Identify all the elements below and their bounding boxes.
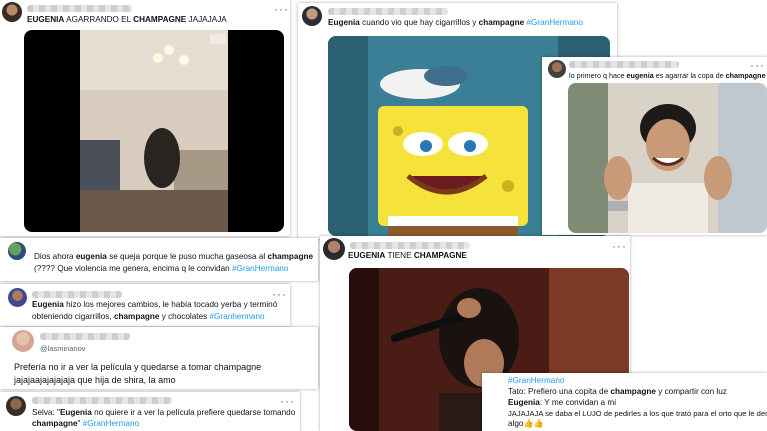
text-fragment: algo xyxy=(508,419,524,428)
hashtag-line: #GranHermano xyxy=(508,375,564,386)
woman-celebrating-image xyxy=(568,83,767,233)
text-fragment: cuando vio que hay cigarrillos y xyxy=(359,18,479,27)
avatar[interactable] xyxy=(8,288,27,307)
author-mention: eugenia xyxy=(626,71,654,80)
tweet-text: Eugenia cuando vio que hay cigarrillos y… xyxy=(328,17,583,28)
keyword: CHAMPAGNE xyxy=(413,251,467,260)
tweet-image-celebration[interactable] xyxy=(568,83,767,233)
text-fragment: y compartir con luz xyxy=(655,387,727,396)
tweet-card-7[interactable]: ··· Selva: "Eugenia no quiere ir a ver l… xyxy=(0,392,300,431)
avatar[interactable] xyxy=(12,330,34,352)
author-name-blurred xyxy=(40,333,130,340)
keyword: champagne xyxy=(725,71,766,80)
video-frame-image xyxy=(80,30,228,232)
author-name-blurred xyxy=(350,242,470,249)
avatar[interactable] xyxy=(8,242,26,260)
text-fragment: obteniendo cigarrillos, xyxy=(32,312,114,321)
tweet-text-line-2: obteniendo cigarrillos, champagne y choc… xyxy=(32,311,265,322)
tweet-text: EUGENIA AGARRANDO EL CHAMPAGNE JAJAJAJA xyxy=(27,14,227,25)
tweet-video[interactable] xyxy=(24,30,284,232)
author-mention: Eugenia xyxy=(508,398,540,407)
avatar[interactable] xyxy=(323,238,345,260)
text-fragment: lo primero q hace xyxy=(569,71,627,80)
text-fragment: : Y me convidan a mi xyxy=(539,398,617,407)
hashtag-link[interactable]: #Granhermano xyxy=(210,312,265,321)
tweet-card-5[interactable]: ··· Eugenia hizo los mejores cambios, le… xyxy=(0,284,290,326)
tweet-text-line-3: Eugenia: Y me convidan a mi xyxy=(508,397,616,408)
more-options-icon[interactable]: ··· xyxy=(280,394,295,408)
tweet-text-line-1: Dios ahora eugenia se queja porque le pu… xyxy=(34,251,313,262)
text-fragment: AGARRANDO EL xyxy=(64,15,134,24)
text-fragment: se queja porque le puso mucha gaseosa al xyxy=(106,252,268,261)
avatar[interactable] xyxy=(6,396,26,416)
tweet-text-line-2: Tato: Prefiero una copita de champagne y… xyxy=(508,386,727,397)
avatar[interactable] xyxy=(302,6,322,26)
tweet-text-line-1: Selva: "Eugenia no quiere ir a ver la pe… xyxy=(32,407,295,418)
more-options-icon[interactable]: ··· xyxy=(612,239,627,253)
keyword: champagne xyxy=(267,252,314,261)
hashtag-link[interactable]: #GranHermano xyxy=(232,264,288,273)
text-fragment: hizo los mejores cambios, le había tocad… xyxy=(63,300,278,309)
keyword: champagne xyxy=(32,419,78,428)
hashtag-link[interactable]: #GranHermano xyxy=(508,376,564,385)
tweet-text: EUGENIA TIENE CHAMPAGNE xyxy=(348,250,467,261)
author-name-blurred xyxy=(32,397,172,404)
text-fragment: y chocolates xyxy=(159,312,210,321)
author-mention: EUGENIA xyxy=(348,251,386,260)
tweet-card-9[interactable]: #GranHermano Tato: Prefiero una copita d… xyxy=(482,373,767,431)
text-fragment: no quiere ir a ver la película prefiere … xyxy=(91,408,296,417)
keyword: champagne xyxy=(478,18,525,27)
tweet-text-line-2: (???? Que violencia me genera, encima q … xyxy=(34,263,288,274)
author-mention: eugenia xyxy=(75,252,107,261)
tweet-text-line-2: jajajaajajajajaja que hija de shira, la … xyxy=(14,375,176,385)
keyword: CHAMPAGNE xyxy=(133,15,187,24)
tweet-text-line-1: Eugenia hizo los mejores cambios, le hab… xyxy=(32,299,277,310)
tweet-text-line-1: Prefería no ir a ver la película y queda… xyxy=(14,362,262,372)
tweet-card-4[interactable]: Dios ahora eugenia se queja porque le pu… xyxy=(0,238,318,281)
user-handle: @lasminanov xyxy=(40,344,86,353)
tweet-text: lo primero q hace eugenia es agarrar la … xyxy=(569,70,766,81)
author-mention: Eugenia xyxy=(59,408,92,417)
tweet-text-line-5: algo👍👍 xyxy=(508,418,544,429)
keyword: champagne xyxy=(113,312,160,321)
author-mention: Eugenia xyxy=(32,300,64,309)
text-fragment: (???? Que violencia me genera, encima q … xyxy=(34,264,232,273)
avatar[interactable] xyxy=(2,2,22,22)
text-fragment: Tato: Prefiero una copita de xyxy=(508,387,611,396)
author-name-blurred xyxy=(32,291,122,298)
text-fragment: TIENE xyxy=(385,251,414,260)
tweet-card-1[interactable]: ··· EUGENIA AGARRANDO EL CHAMPAGNE JAJAJ… xyxy=(0,0,290,236)
keyword: champagne xyxy=(610,387,656,396)
author-name-blurred xyxy=(328,8,448,15)
author-mention: Eugenia xyxy=(328,18,360,27)
tweet-text-line-4: JAJAJAJA se daba el LUJO de pedirles a l… xyxy=(508,409,767,418)
author-name-blurred xyxy=(569,61,679,68)
text-fragment: Dios ahora xyxy=(34,252,76,261)
tweet-card-6[interactable]: @lasminanov Prefería no ir a ver la pelí… xyxy=(0,327,318,389)
avatar[interactable] xyxy=(548,60,566,78)
tweet-card-3[interactable]: ··· lo primero q hace eugenia es agarrar… xyxy=(542,57,767,235)
text-fragment: Selva: " xyxy=(32,408,60,417)
thumbs-up-emoji: 👍👍 xyxy=(523,419,544,428)
author-name-blurred xyxy=(27,5,132,12)
author-mention: EUGENIA xyxy=(27,15,65,24)
hashtag-link[interactable]: #GranHermano xyxy=(526,18,582,27)
more-options-icon[interactable]: ··· xyxy=(274,2,289,16)
tweet-text-line-2: champagne" #GranHermano xyxy=(32,418,139,429)
text-fragment: es agarrar la copa de xyxy=(653,71,726,80)
text-fragment: JAJAJAJA xyxy=(186,15,227,24)
hashtag-link[interactable]: #GranHermano xyxy=(83,419,139,428)
